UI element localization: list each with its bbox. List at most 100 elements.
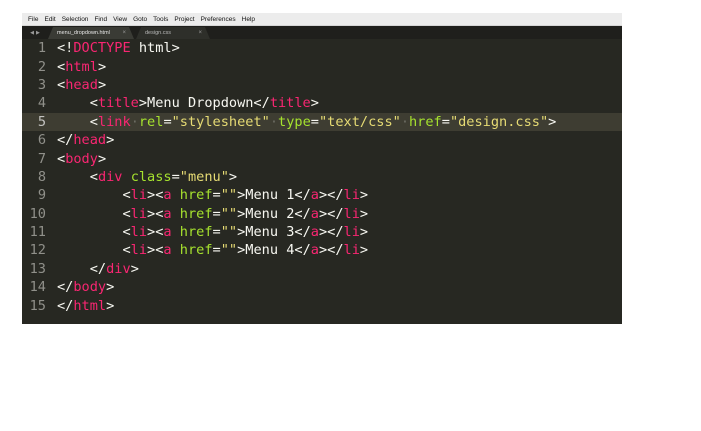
code-token: href [409, 113, 442, 130]
menu-view[interactable]: View [110, 14, 130, 25]
menu-preferences[interactable]: Preferences [198, 14, 239, 25]
code-line[interactable]: 13 </div> [22, 260, 622, 278]
code-token: >Menu Dropdown</ [138, 95, 270, 112]
menu-file[interactable]: File [25, 14, 41, 25]
close-icon[interactable]: × [198, 30, 202, 36]
editor-window: File Edit Selection Find View Goto Tools Projec… [22, 13, 622, 324]
code-token: body [65, 150, 98, 167]
tab-label: menu_dropdown.html [57, 30, 110, 36]
code-token: = [212, 242, 221, 259]
code-token: ></ [318, 187, 344, 204]
code-token: = [171, 168, 180, 185]
code-token: li [130, 242, 148, 259]
code-line[interactable]: 11 <li><a href="">Menu 3</a></li> [22, 223, 622, 241]
code-text: <title>Menu Dropdown</title> [57, 95, 319, 111]
code-token: < [57, 76, 66, 93]
code-token: < [122, 205, 131, 222]
code-token: </ [57, 132, 74, 149]
code-token: "" [220, 242, 238, 259]
code-token: · [130, 113, 139, 130]
code-token: = [163, 113, 172, 130]
code-line[interactable]: 2 <html> [22, 57, 622, 75]
code-line[interactable]: 10 <li><a href="">Menu 2</a></li> [22, 205, 622, 223]
code-line[interactable]: 1 <!DOCTYPE html> [22, 39, 622, 57]
code-text: <li><a href="">Menu 3</a></li> [57, 224, 368, 240]
code-token: > [310, 95, 319, 112]
menu-selection[interactable]: Selection [59, 14, 92, 25]
code-token: < [89, 168, 98, 185]
code-token: link [97, 113, 131, 130]
code-token: </ [57, 297, 74, 314]
line-number: 11 [29, 224, 46, 241]
code-token: > [97, 58, 107, 75]
menu-edit[interactable]: Edit [41, 14, 58, 25]
code-line[interactable]: 15 </html> [22, 296, 622, 314]
code-token: a [310, 187, 319, 204]
code-token: < [57, 150, 66, 167]
code-token: >< [147, 205, 164, 222]
code-token: title [97, 95, 139, 112]
menu-goto[interactable]: Goto [130, 14, 150, 25]
code-token: >< [147, 224, 164, 241]
code-token: class [130, 168, 172, 185]
code-token: </ [57, 279, 74, 296]
code-line[interactable]: 9 <li><a href="">Menu 1</a></li> [22, 186, 622, 204]
code-token: "text/css" [318, 113, 401, 130]
code-token: li [343, 205, 360, 222]
code-line[interactable]: 8 <div class="menu"> [22, 168, 622, 186]
code-line[interactable]: 5 <link·rel="stylesheet"·type="text/css"… [22, 112, 622, 131]
code-token: <! [57, 40, 74, 57]
code-token: >Menu 2</ [237, 205, 311, 222]
code-token: "design.css" [449, 113, 549, 130]
tab-menu-dropdown-html[interactable]: menu_dropdown.html × [48, 27, 134, 39]
code-token: </ [89, 260, 107, 277]
line-number: 14 [29, 279, 46, 296]
code-token: li [343, 224, 360, 241]
code-token: < [89, 95, 98, 112]
code-token: = [212, 205, 221, 222]
code-text: <li><a href="">Menu 2</a></li> [57, 206, 368, 222]
code-text: <head> [57, 77, 106, 93]
code-token: < [89, 113, 98, 130]
code-line[interactable]: 3 <head> [22, 76, 622, 94]
line-number: 2 [37, 58, 46, 75]
code-token: > [106, 297, 115, 314]
code-token: = [212, 224, 221, 241]
tab-next-icon[interactable]: ▶ [36, 30, 40, 36]
code-line[interactable]: 6 </head> [22, 131, 622, 149]
code-token: ></ [318, 224, 344, 241]
code-token: a [310, 205, 319, 222]
code-line[interactable]: 7 <body> [22, 149, 622, 167]
code-token: "" [220, 205, 238, 222]
menu-help[interactable]: Help [239, 14, 258, 25]
code-editor[interactable]: 1 <!DOCTYPE html> 2 <html> 3 <head> 4 <title>M… [22, 39, 622, 324]
code-token: > [130, 260, 139, 277]
tab-navigation[interactable]: ◀ ▶ [22, 26, 48, 39]
code-token: > [106, 132, 115, 149]
line-number: 5 [37, 113, 46, 130]
menu-find[interactable]: Find [91, 14, 110, 25]
close-icon[interactable]: × [122, 30, 126, 36]
code-token: > [97, 150, 107, 167]
tab-prev-icon[interactable]: ◀ [30, 30, 34, 36]
code-token: a [163, 224, 172, 241]
tab-design-css[interactable]: design.css × [136, 27, 210, 39]
code-line[interactable]: 12 <li><a href="">Menu 4</a></li> [22, 241, 622, 259]
code-token: href [179, 205, 213, 222]
menu-project[interactable]: Project [171, 14, 197, 25]
code-token: "" [220, 187, 238, 204]
code-line[interactable]: 14 </body> [22, 278, 622, 296]
menu-tools[interactable]: Tools [150, 14, 171, 25]
code-token: href [179, 242, 213, 259]
code-token: html [73, 297, 107, 314]
code-line[interactable]: 4 <title>Menu Dropdown</title> [22, 94, 622, 112]
code-token: a [163, 187, 172, 204]
code-token: li [130, 205, 148, 222]
line-number: 15 [29, 297, 46, 314]
